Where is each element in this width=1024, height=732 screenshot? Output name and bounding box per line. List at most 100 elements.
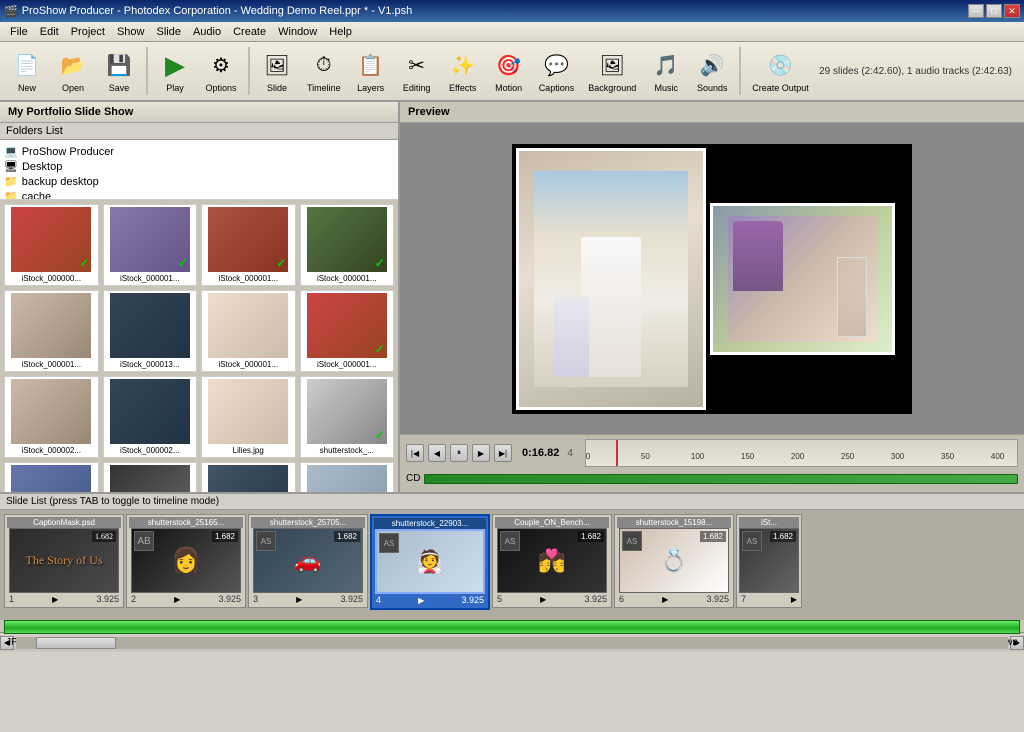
toolbar-new[interactable]: 📄 New <box>6 45 48 97</box>
main-area: My Portfolio Slide Show Folders List 💻 P… <box>0 102 1024 492</box>
play-icon-6[interactable]: ▶ <box>662 595 668 604</box>
slide-thumb-7: 1.682 AS <box>739 528 799 593</box>
grid-item-6[interactable]: iStock_000001... <box>201 290 296 372</box>
maximize-button[interactable]: □ <box>986 4 1002 18</box>
grid-item-4[interactable]: iStock_000001... <box>4 290 99 372</box>
toolbar-editing[interactable]: ✂ Editing <box>396 45 438 97</box>
ruler-mark-100: 100 <box>691 452 704 461</box>
toolbar-save[interactable]: 💾 Save <box>98 45 140 97</box>
grid-item-2[interactable]: ✓ iStock_000001... <box>201 204 296 286</box>
toolbar-motion[interactable]: 🎯 Motion <box>488 45 530 97</box>
go-end-button[interactable]: ▶| <box>494 444 512 462</box>
toolbar-create-output[interactable]: 💿 Create Output <box>747 45 814 97</box>
slide-bottom-1: 1 ▶ 3.925 <box>7 593 121 605</box>
slide-icon-ab: AB <box>134 531 154 551</box>
toolbar-music[interactable]: 🎵 Music <box>645 45 687 97</box>
grid-item-1[interactable]: ✓ iStock_000001... <box>103 204 198 286</box>
menu-item-edit[interactable]: Edit <box>34 24 65 40</box>
effects-icon: ✨ <box>447 49 479 81</box>
slide-filename-4: shutterstock_22903... <box>374 518 486 529</box>
menu-item-help[interactable]: Help <box>323 24 358 40</box>
close-button[interactable]: ✕ <box>1004 4 1020 18</box>
slide-item-2[interactable]: shutterstock_25165... 👩 1.682 AB 2 ▶ 3.9… <box>126 514 246 608</box>
play-icon-2[interactable]: ▶ <box>174 595 180 604</box>
grid-item-7[interactable]: ✓ iStock_000001... <box>300 290 395 372</box>
options-label: Options <box>205 83 236 93</box>
toolbar-open[interactable]: 📂 Open <box>52 45 94 97</box>
slide-item-6[interactable]: shutterstock_15198... 💍 1.682 AS 6 ▶ 3.9… <box>614 514 734 608</box>
grid-item-5[interactable]: iStock_000013... <box>103 290 198 372</box>
menu-item-file[interactable]: File <box>4 24 34 40</box>
toolbar-play[interactable]: ▶ Play <box>154 45 196 97</box>
grid-item-3[interactable]: ✓ iStock_000001... <box>300 204 395 286</box>
scroll-thumb[interactable] <box>36 637 116 649</box>
toolbar-options[interactable]: ⚙ Options <box>200 45 242 97</box>
playhead[interactable] <box>616 440 618 466</box>
play-icon-7[interactable]: ▶ <box>791 595 797 604</box>
audio-track <box>424 474 1018 484</box>
slide-badge-6: 1.682 <box>700 531 726 542</box>
minimize-button[interactable]: ─ <box>968 4 984 18</box>
play-fwd-button[interactable]: ▶ <box>472 444 490 462</box>
ruler-mark-50: 50 <box>641 452 650 461</box>
slide-item-7[interactable]: iSt... 1.682 AS 7 ▶ <box>736 514 802 608</box>
preview-area <box>400 123 1024 434</box>
grid-thumb-2: ✓ <box>208 207 288 272</box>
folder-proshow[interactable]: 💻 ProShow Producer <box>4 144 394 159</box>
play-label: Play <box>166 83 184 93</box>
menu-item-show[interactable]: Show <box>111 24 151 40</box>
menu-item-slide[interactable]: Slide <box>150 24 186 40</box>
slide-icon-as6: AS <box>622 531 642 551</box>
menu-item-create[interactable]: Create <box>227 24 272 40</box>
grid-item-15[interactable]: ✓ shutterstock_... <box>300 462 395 492</box>
grid-item-8[interactable]: iStock_000002... <box>4 376 99 458</box>
grid-item-10[interactable]: Lilies.jpg <box>201 376 296 458</box>
go-start-button[interactable]: |◀ <box>406 444 424 462</box>
grid-item-13[interactable]: shutterstock_... <box>103 462 198 492</box>
slide-dur-5: 3.925 <box>584 594 607 604</box>
slide-num-2: 2 <box>131 594 136 604</box>
slide-item-4[interactable]: shutterstock_22903... 👰 AS 4 ▶ 3.925 <box>370 514 490 610</box>
grid-item-0[interactable]: ✓ iStock_000000... <box>4 204 99 286</box>
menu-item-audio[interactable]: Audio <box>187 24 227 40</box>
menu-item-window[interactable]: Window <box>272 24 323 40</box>
play-rev-button[interactable]: ◀ <box>428 444 446 462</box>
horizontal-scrollbar[interactable]: ◀ ▶ <box>0 634 1024 650</box>
folder-backup[interactable]: 📁 backup desktop <box>4 174 394 189</box>
grid-thumb-6 <box>208 293 288 358</box>
slide-item-5[interactable]: Couple_ON_Bench... 💏 1.682 AS 5 ▶ 3.925 <box>492 514 612 608</box>
play-icon-1[interactable]: ▶ <box>52 595 58 604</box>
desktop-label: Desktop <box>22 161 62 173</box>
toolbar-layers[interactable]: 📋 Layers <box>350 45 392 97</box>
pause-button[interactable]: ⏸ <box>450 444 468 462</box>
slide-dur-4: 3.925 <box>461 595 484 605</box>
timeline-ruler[interactable]: 0 50 100 150 200 250 300 350 400 450 500… <box>585 439 1018 467</box>
toolbar-slide[interactable]: 🖼 Slide <box>256 45 298 97</box>
grid-item-11[interactable]: ✓ shutterstock_... <box>300 376 395 458</box>
slide-bottom-5: 5 ▶ 3.925 <box>495 593 609 605</box>
toolbar-timeline[interactable]: ⏱ Timeline <box>302 45 346 97</box>
car-icon: 🚗 <box>294 548 321 574</box>
grid-item-14[interactable]: ✓ shutterstock_... <box>201 462 296 492</box>
slide-item-1[interactable]: CaptionMask.psd The Story of Us 1.682 1 … <box>4 514 124 608</box>
playback-bar: |◀ ◀ ⏸ ▶ ▶| 0:16.82 4 0 50 100 150 200 2… <box>400 435 1024 471</box>
play-icon-5[interactable]: ▶ <box>540 595 546 604</box>
folder-desktop[interactable]: 🖥 Desktop <box>4 159 394 174</box>
slide-item-3[interactable]: shutterstock_25705... 🚗 1.682 AS 3 ▶ 3.9… <box>248 514 368 608</box>
scroll-track[interactable] <box>16 637 1008 649</box>
toolbar-captions[interactable]: 💬 Captions <box>534 45 580 97</box>
timeline-label: Timeline <box>307 83 341 93</box>
slide-num-4: 4 <box>376 595 381 605</box>
toolbar-effects[interactable]: ✨ Effects <box>442 45 484 97</box>
grid-item-9[interactable]: iStock_000002... <box>103 376 198 458</box>
toolbar-sounds[interactable]: 🔊 Sounds <box>691 45 733 97</box>
title-bar-controls[interactable]: ─ □ ✕ <box>968 4 1020 18</box>
menu-item-project[interactable]: Project <box>65 24 111 40</box>
grid-item-12[interactable]: shutterstock_... <box>4 462 99 492</box>
folder-cache[interactable]: 📁 cache <box>4 189 394 200</box>
play-icon-4[interactable]: ▶ <box>418 596 424 605</box>
desktop-icon: 🖥 <box>4 160 18 173</box>
play-icon-3[interactable]: ▶ <box>296 595 302 604</box>
toolbar-background[interactable]: 🖼 Background <box>583 45 641 97</box>
slide-bottom-7: 7 ▶ <box>739 593 799 605</box>
